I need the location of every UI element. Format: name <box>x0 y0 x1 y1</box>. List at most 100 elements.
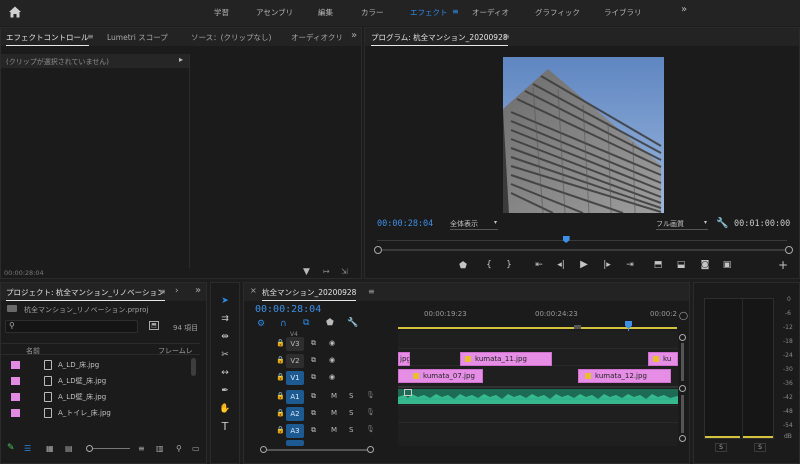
ruler-end-handle-icon[interactable]: ◯ <box>679 311 688 320</box>
workspace-color[interactable]: カラー <box>361 7 384 18</box>
filter-icon[interactable]: ▼ <box>303 267 310 277</box>
icon-view-icon[interactable]: ▦ <box>46 444 54 453</box>
timeline-menu-icon[interactable]: ≡ <box>368 287 375 296</box>
zoom-slider-handle[interactable] <box>86 445 93 452</box>
list-item[interactable]: A_LD壁_床.jpg <box>0 389 190 405</box>
snap-icon[interactable]: ∩ <box>280 319 287 329</box>
label-color-swatch[interactable] <box>11 393 20 401</box>
tab-audio-clip-mixer[interactable]: オーディオクリ <box>291 32 343 43</box>
h-scroll-handle-left[interactable] <box>260 446 267 453</box>
lock-icon[interactable]: 🔒 <box>276 373 285 381</box>
program-monitor-title[interactable]: プログラム: 杭全マンション_20200928 <box>371 32 508 46</box>
list-item[interactable]: A_LD壁_床.jpg <box>0 373 190 389</box>
workspace-effects[interactable]: エフェクト <box>410 7 448 18</box>
expand-arrow-icon[interactable]: ▸ <box>179 55 183 64</box>
lock-icon[interactable]: 🔒 <box>276 356 285 364</box>
more-panels-icon[interactable]: » <box>195 285 201 296</box>
close-sequence-icon[interactable]: × <box>250 286 257 295</box>
sync-lock-icon[interactable]: ⧉ <box>311 339 316 348</box>
microphone-icon[interactable]: 🎙 <box>366 425 375 433</box>
type-tool-icon[interactable]: T <box>217 420 233 434</box>
button-editor-add-icon[interactable]: + <box>776 258 790 272</box>
zoom-handle-left[interactable] <box>374 246 382 254</box>
pen-tool-icon[interactable]: ✒ <box>217 384 233 398</box>
track-target-v2[interactable]: V2 <box>286 354 304 368</box>
zoom-level-select[interactable]: 全体表示 ▾ <box>450 219 498 230</box>
track-target-a2[interactable]: A2 <box>286 407 304 421</box>
track-target-v3[interactable]: V3 <box>286 337 304 351</box>
list-item[interactable]: A_トイレ_床.jpg <box>0 405 190 421</box>
h-scroll-handle-right[interactable] <box>367 446 374 453</box>
go-to-out-icon[interactable]: ⇥ <box>623 260 637 270</box>
mark-out-icon[interactable]: } <box>503 260 515 270</box>
new-bin-icon[interactable]: ▭ <box>192 444 200 453</box>
label-color-swatch[interactable] <box>11 361 20 369</box>
nest-toggle-icon[interactable]: ⚙ <box>257 319 265 329</box>
scroll-handle-mid[interactable] <box>679 385 686 392</box>
export-frame-icon[interactable]: ↦ <box>323 267 330 276</box>
tab-source[interactable]: ソース：(クリップなし) <box>191 32 271 43</box>
sync-lock-icon[interactable]: ⧉ <box>311 426 316 435</box>
home-icon[interactable] <box>8 5 22 19</box>
mark-in-icon[interactable]: { <box>483 260 495 270</box>
hand-tool-icon[interactable]: ✋ <box>217 402 233 416</box>
sort-icon[interactable]: ≡ <box>138 444 145 453</box>
tab-lumetri-scopes[interactable]: Lumetri スコープ <box>107 32 168 43</box>
audio-clip[interactable] <box>398 389 678 404</box>
label-color-swatch[interactable] <box>11 409 20 417</box>
clip[interactable]: ku <box>648 352 678 366</box>
linked-selection-icon[interactable]: ⧉ <box>303 318 309 328</box>
list-item[interactable]: A_LD_床.jpg <box>0 357 190 373</box>
add-marker-timeline-icon[interactable]: ⬟ <box>326 318 334 328</box>
program-current-timecode[interactable]: 00:00:28:04 <box>377 219 433 229</box>
play-icon[interactable]: ▶ <box>577 259 591 270</box>
in-out-marker[interactable] <box>574 325 581 329</box>
tab-effect-controls[interactable]: エフェクトコントロール <box>6 32 89 46</box>
step-forward-icon[interactable]: |▸ <box>600 260 614 270</box>
playback-resolution-select[interactable]: フル画質 ▾ <box>656 219 708 230</box>
new-search-bin-icon[interactable]: ⬒ <box>149 321 159 330</box>
mute-button[interactable]: M <box>331 426 337 434</box>
workspace-menu-icon[interactable]: ≡ <box>452 7 459 16</box>
solo-right-button[interactable]: S <box>754 443 766 452</box>
solo-left-button[interactable]: S <box>715 443 727 452</box>
scroll-handle-top[interactable] <box>679 334 686 341</box>
time-ruler[interactable]: 00:00:19:23 00:00:24:23 00:00:2 <box>398 305 678 331</box>
export-frame-camera-icon[interactable]: ◙ <box>698 260 712 270</box>
timeline-timecode[interactable]: 00:00:28:04 <box>255 304 321 315</box>
project-search-input[interactable]: ⚲ <box>5 320 138 333</box>
solo-button[interactable]: S <box>349 392 353 400</box>
track-target-v1[interactable]: V1 <box>286 371 304 385</box>
tab-next-icon[interactable]: › <box>175 286 179 296</box>
track-area[interactable]: jpg kumata_11.jpg ku kumata_07.jpg kumat… <box>398 331 678 446</box>
workspace-assembly[interactable]: アセンブリ <box>256 7 293 18</box>
sync-lock-icon[interactable]: ⧉ <box>311 373 316 382</box>
tab-project[interactable]: プロジェクト: 杭全マンション_リノベーション <box>6 287 165 301</box>
column-name[interactable]: 名前 <box>26 346 40 356</box>
clip[interactable]: kumata_12.jpg <box>578 369 671 383</box>
add-marker-icon[interactable]: ⬟ <box>457 261 469 271</box>
solo-button[interactable]: S <box>349 426 353 434</box>
scrub-track[interactable] <box>377 240 787 241</box>
scroll-thumb[interactable] <box>681 395 684 433</box>
pencil-icon[interactable]: ✎ <box>7 443 15 453</box>
lock-icon[interactable]: 🔒 <box>276 392 285 400</box>
sync-lock-icon[interactable]: ⧉ <box>311 409 316 418</box>
column-frame-rate[interactable]: フレームレ <box>158 346 193 356</box>
project-scrollbar[interactable] <box>191 358 196 376</box>
track-target-a1[interactable]: A1 <box>286 390 304 404</box>
share-icon[interactable]: ⇲ <box>341 267 348 276</box>
workspace-learning[interactable]: 学習 <box>214 7 229 18</box>
eye-icon[interactable]: ◉ <box>329 373 335 381</box>
program-video-frame[interactable] <box>503 57 664 213</box>
clip[interactable]: jpg <box>398 352 410 366</box>
sync-lock-icon[interactable]: ⧉ <box>311 356 316 365</box>
program-menu-icon[interactable]: ≡ <box>503 32 510 41</box>
tab-sequence[interactable]: 杭全マンション_20200928 <box>262 287 357 301</box>
find-icon[interactable]: ⚲ <box>176 444 182 453</box>
ripple-edit-tool-icon[interactable]: ⇹ <box>217 330 233 344</box>
comparison-view-icon[interactable]: ▣ <box>720 260 734 270</box>
sync-lock-icon[interactable]: ⧉ <box>311 392 316 401</box>
track-target-more[interactable] <box>286 440 304 446</box>
microphone-icon[interactable]: 🎙 <box>366 408 375 416</box>
